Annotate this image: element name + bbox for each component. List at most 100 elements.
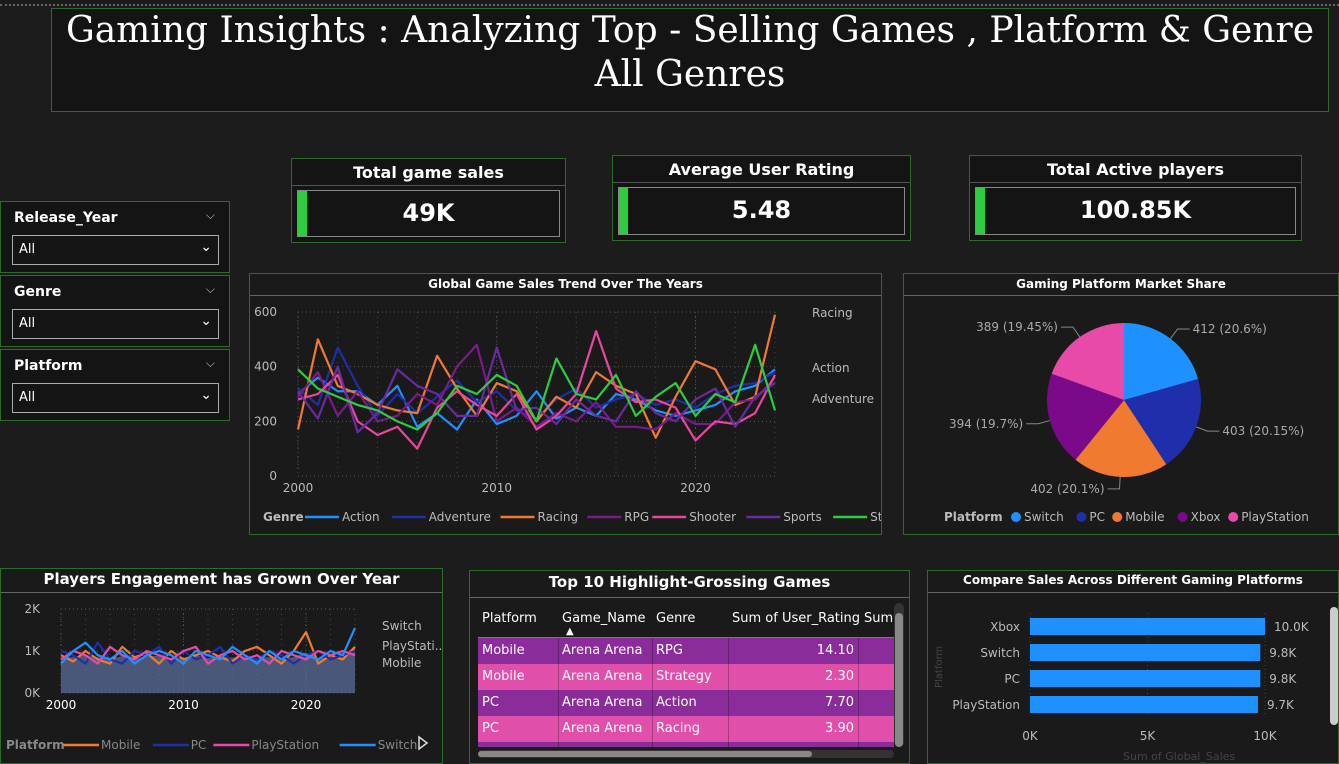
cell-game: Arena Arena (562, 695, 643, 710)
cell-game: Arena Arena (562, 643, 643, 658)
chevron-down-icon: ⌄ (200, 313, 212, 329)
col-genre[interactable]: Genre (656, 611, 695, 626)
cell-rating: 14.10 (816, 643, 854, 658)
vertical-scrollbar[interactable] (894, 603, 904, 747)
x-tick-label: 2010 (168, 698, 199, 712)
slicer-genre: Genre ⌵ All ⌄ (0, 275, 230, 347)
series-line-shooter (297, 330, 776, 450)
series-end-label: Switch (382, 619, 422, 633)
bar-data-label: 9.8K (1269, 646, 1297, 660)
table-row[interactable]: PC Arena Arena Action 7.70 (478, 690, 894, 716)
engagement-panel: Players Engagement has Grown Over Year 0… (0, 568, 443, 764)
pie-leader-line (1170, 328, 1190, 339)
kpi-value: 5.48 (731, 196, 792, 224)
col-platform[interactable]: Platform (482, 611, 537, 626)
table-row[interactable]: PC Arena Arena Racing 3.90 (478, 716, 894, 742)
chart-title: Gaming Platform Market Share (1016, 277, 1226, 291)
y-tick-label: 0K (24, 686, 41, 700)
table-body: Mobile Arena Arena RPG 14.10 Mobile Aren… (478, 637, 894, 747)
legend-item: Mobile (101, 738, 140, 752)
legend-marker (1177, 512, 1188, 522)
release-year-dropdown[interactable]: All ⌄ (12, 235, 219, 265)
slicer-title: Platform (14, 358, 83, 374)
dropdown-value: All (19, 390, 36, 405)
legend-item: Action (342, 510, 380, 524)
legend-next-icon[interactable] (418, 735, 429, 751)
pie-data-label: 394 (19.7%) (949, 417, 1023, 431)
cell-platform: Mobile (482, 669, 525, 684)
platform-share-pie[interactable]: 412 (20.6%) 403 (20.15%) 402 (20.1%) 394 (1… (904, 296, 1338, 534)
report-title: Gaming Insights : Analyzing Top - Sellin… (65, 10, 1315, 51)
kpi-label: Total Active players (1046, 160, 1225, 179)
collapse-chevron-icon[interactable]: ⌵ (206, 282, 215, 297)
pie-data-label: 403 (20.15%) (1222, 424, 1304, 438)
pie-leader-line (1107, 476, 1121, 490)
platform-sales-chart[interactable]: 0K 5K 10K Xbox 10.0K Switch 9.8K PC 9.8K PlayStat… (928, 593, 1338, 763)
bar-pc (1030, 670, 1261, 687)
legend-title: Genre (263, 510, 304, 524)
horizontal-scrollbar[interactable] (478, 750, 894, 758)
table-row[interactable]: Mobile Arena Arena Strategy 2.30 (478, 664, 894, 690)
table-row[interactable] (478, 742, 894, 747)
pie-leader-line (1060, 326, 1081, 338)
y-tick-label: PC (1004, 672, 1020, 686)
sales-trend-chart[interactable]: 0 200 400 600 2000 2010 2020 Racing Action Adv… (250, 296, 881, 534)
col-sum[interactable]: Sum (864, 611, 893, 626)
dropdown-value: All (19, 316, 36, 331)
bar-switch (1030, 644, 1261, 661)
collapse-chevron-icon[interactable]: ⌵ (206, 208, 215, 223)
y-tick-label: 2K (24, 602, 41, 616)
legend-item: Sports (783, 510, 821, 524)
x-axis-label: Sum of Global_Sales (1123, 750, 1235, 763)
pie-leader-line (1026, 420, 1050, 425)
chart-title: Compare Sales Across Different Gaming Pl… (963, 573, 1303, 587)
legend-item: Strategy (870, 510, 881, 524)
legend-title: Platform (6, 738, 65, 752)
bar-data-label: 10.0K (1274, 620, 1310, 634)
table-row[interactable]: Mobile Arena Arena RPG 14.10 (478, 638, 894, 664)
top-divider (0, 4, 1339, 6)
legend-item: Switch (378, 738, 418, 752)
col-sum-rating[interactable]: Sum of User_Rating (732, 611, 860, 626)
legend-item: PlayStation (251, 738, 319, 752)
slicer-title: Genre (14, 284, 62, 300)
legend-item: Racing (538, 510, 579, 524)
engagement-chart[interactable]: 0K 1K 2K 2000 2010 2020 Switch PlayStati... M… (1, 593, 442, 763)
genre-dropdown[interactable]: All ⌄ (12, 309, 219, 339)
cell-rating: 3.90 (825, 721, 854, 736)
legend-marker (1112, 512, 1123, 522)
scrollbar-thumb[interactable] (895, 613, 903, 747)
y-tick-label: 0 (269, 469, 277, 483)
col-game-name[interactable]: Game_Name (562, 611, 646, 626)
report-title-box: Gaming Insights : Analyzing Top - Sellin… (51, 8, 1329, 112)
pie-leader-line (1195, 426, 1220, 432)
kpi-value: 49K (402, 199, 455, 227)
platform-share-panel: Gaming Platform Market Share 412 (20.6%)… (903, 273, 1339, 535)
cell-rating: 2.30 (825, 669, 854, 684)
bar-xbox (1030, 618, 1265, 635)
legend-item: Shooter (689, 510, 736, 524)
legend-item: PC (191, 738, 207, 752)
sort-ascending-icon: ▲ (566, 626, 574, 637)
kpi-average-rating: Average User Rating 5.48 (612, 155, 911, 241)
y-tick-label: Switch (980, 646, 1020, 660)
scrollbar-thumb[interactable] (478, 751, 812, 757)
kpi-total-sales: Total game sales 49K (291, 158, 566, 243)
vertical-scrollbar[interactable] (1330, 607, 1338, 725)
cell-genre: Strategy (656, 669, 712, 684)
series-end-label: PlayStati... (382, 639, 442, 653)
cell-genre: RPG (656, 643, 683, 658)
sales-trend-panel: Global Game Sales Trend Over The Years 0… (249, 273, 882, 535)
series-end-label: Racing (812, 306, 853, 320)
kpi-value-box: 100.85K (975, 187, 1296, 235)
scrollbar-thumb[interactable] (1330, 607, 1338, 725)
chart-title: Players Engagement has Grown Over Year (43, 570, 400, 588)
collapse-chevron-icon[interactable]: ⌵ (206, 356, 215, 371)
platform-sales-panel: Compare Sales Across Different Gaming Pl… (927, 570, 1339, 764)
cell-game: Arena Arena (562, 669, 643, 684)
kpi-label: Total game sales (353, 163, 504, 182)
y-tick-label: PlayStation (952, 698, 1020, 712)
platform-dropdown[interactable]: All ⌄ (12, 383, 219, 413)
slicer-title: Release_Year (14, 210, 118, 226)
report-subtitle: All Genres (594, 54, 786, 95)
